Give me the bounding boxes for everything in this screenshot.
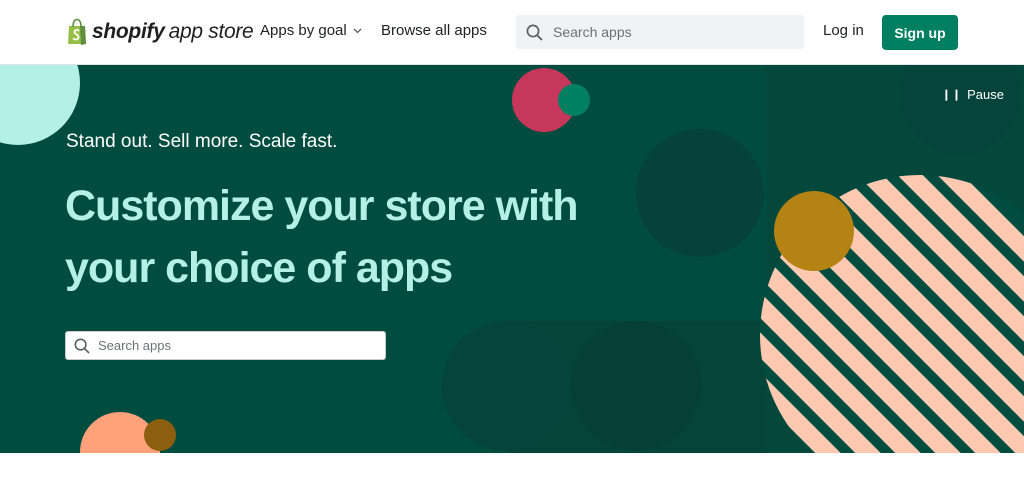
shopify-app-store-logo[interactable]: shopify app store xyxy=(66,16,254,48)
header-search-bar[interactable] xyxy=(516,15,804,49)
logo-suffix-text: app store xyxy=(168,20,254,43)
dark-circle-shape xyxy=(636,129,764,257)
pause-label: Pause xyxy=(967,87,1004,102)
hero-headline: Customize your store with your choice of… xyxy=(65,182,579,292)
hero-banner: ❙❙ Pause Stand out. Sell more. Scale fas… xyxy=(0,65,1024,453)
pause-button[interactable]: ❙❙ Pause xyxy=(942,87,1004,102)
chevron-down-icon xyxy=(353,28,362,33)
shopping-bag-icon xyxy=(68,18,86,45)
gold-circle-shape xyxy=(774,191,854,271)
hero-search-input[interactable] xyxy=(96,337,380,354)
logo-brand-text: shopify xyxy=(92,20,165,43)
pause-icon: ❙❙ xyxy=(941,89,963,101)
log-in-link[interactable]: Log in xyxy=(823,22,864,39)
apps-by-goal-label: Apps by goal xyxy=(260,22,347,39)
hero-tagline: Stand out. Sell more. Scale fast. xyxy=(66,131,338,152)
dark-circle-shape xyxy=(442,321,572,451)
search-icon xyxy=(526,24,543,40)
dark-circle-shape xyxy=(571,321,701,451)
header-search-input[interactable] xyxy=(551,23,795,41)
brown-circle-shape xyxy=(144,419,176,451)
browse-all-apps-link[interactable]: Browse all apps xyxy=(381,22,487,39)
teal-circle-shape xyxy=(558,84,590,116)
hero-search-bar[interactable] xyxy=(65,331,386,360)
top-header: shopify app store Apps by goal Browse all… xyxy=(0,0,1024,65)
search-icon xyxy=(74,338,90,353)
logo-wordmark: shopify app store xyxy=(92,20,254,44)
sign-up-button[interactable]: Sign up xyxy=(882,15,958,50)
apps-by-goal-menu[interactable]: Apps by goal xyxy=(260,22,362,39)
